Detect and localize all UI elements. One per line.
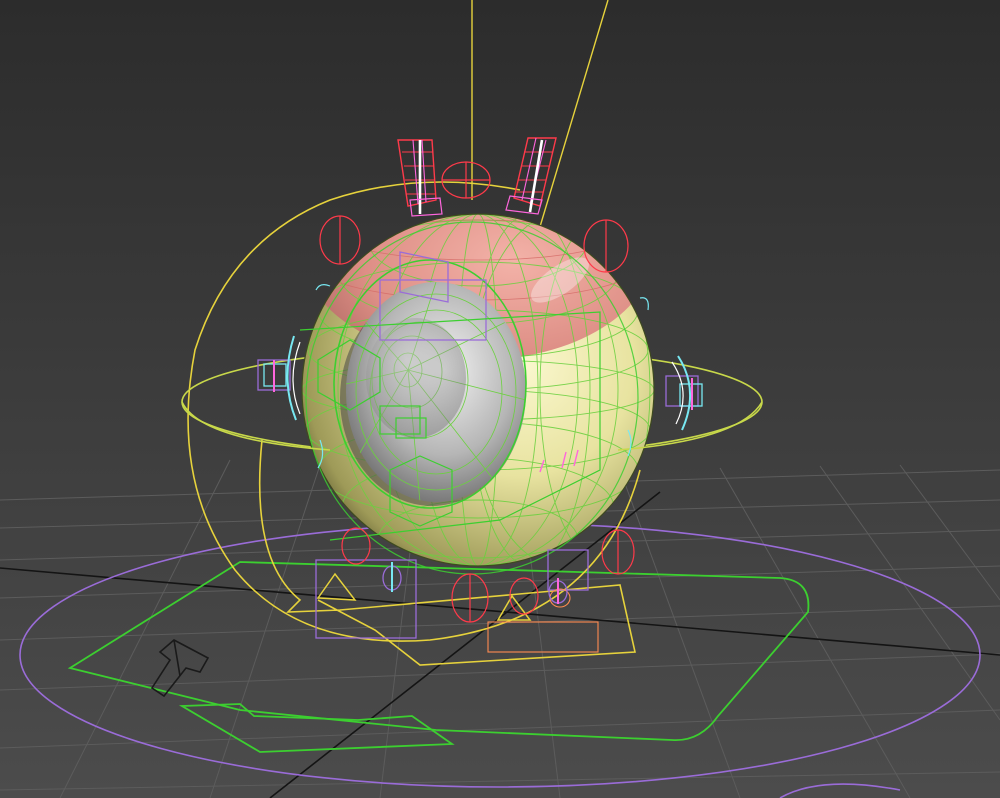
lid-bone-right[interactable]: [505, 137, 557, 215]
ground-control-shape[interactable]: [67, 561, 810, 741]
side-joint-left[interactable]: [257, 335, 301, 421]
transform-gizmo-arrow-icon[interactable]: [150, 639, 210, 698]
3d-viewport[interactable]: [0, 0, 1000, 798]
scene-canvas[interactable]: [0, 0, 1000, 798]
ground-control-arc-small: [779, 783, 901, 798]
lid-bone-left[interactable]: [397, 139, 443, 217]
